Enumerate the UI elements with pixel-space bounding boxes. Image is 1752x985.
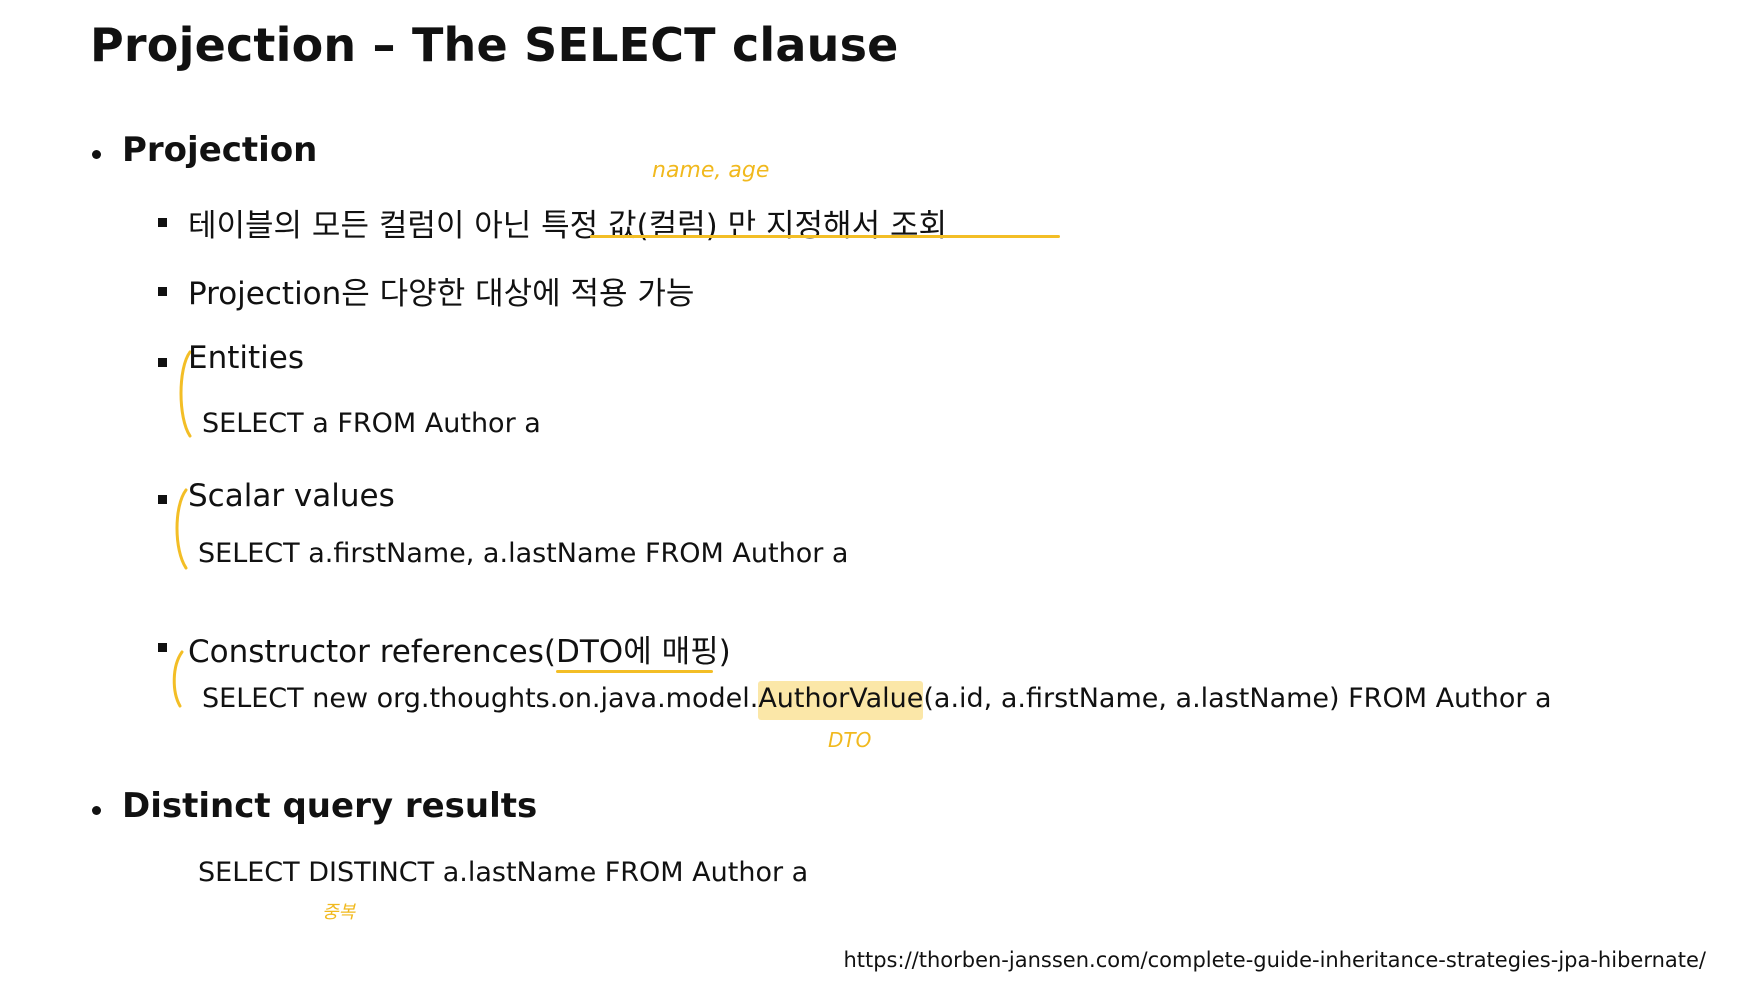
bullet-square bbox=[158, 643, 167, 652]
constructor-label-dto-mapping: DTO에 매핑 bbox=[556, 626, 719, 673]
bullet-square bbox=[158, 287, 167, 296]
bullet-square bbox=[158, 495, 167, 504]
bullet-dot bbox=[92, 150, 101, 159]
constructor-label-prefix: Constructor references( bbox=[188, 634, 556, 670]
query-constructor-references: SELECT new org.thoughts.on.java.model.Au… bbox=[202, 681, 1552, 720]
highlight-underline bbox=[590, 235, 1060, 238]
section-heading-projection: Projection bbox=[122, 130, 318, 170]
bullet-dot bbox=[92, 806, 101, 815]
item-label-constructor-references: Constructor references(DTO에 매핑) bbox=[188, 626, 731, 673]
bullet-square bbox=[158, 358, 167, 367]
note-specific-columns: 테이블의 모든 컬럼이 아닌 특정 값(컬럼) 만 지정해서 조회 bbox=[188, 208, 947, 244]
handwritten-annotation-dto: DTO bbox=[828, 728, 872, 752]
source-url: https://thorben-janssen.com/complete-gui… bbox=[843, 948, 1706, 972]
item-label-entities: Entities bbox=[188, 340, 304, 376]
query-distinct: SELECT DISTINCT a.lastName FROM Author a bbox=[198, 857, 809, 888]
item-label-scalar-values: Scalar values bbox=[188, 478, 395, 514]
section-heading-distinct: Distinct query results bbox=[122, 786, 538, 826]
constructor-label-highlight: DTO에 매핑 bbox=[556, 634, 719, 670]
note-projection-targets: Projection은 다양한 대상에 적용 가능 bbox=[188, 276, 695, 312]
query-constructor-suffix: (a.id, a.firstName, a.lastName) FROM Aut… bbox=[923, 683, 1552, 714]
handwritten-bracket bbox=[172, 650, 184, 708]
handwritten-annotation-duplicate: 중복 bbox=[322, 902, 356, 923]
slide-title: Projection – The SELECT clause bbox=[90, 18, 899, 72]
bullet-square bbox=[158, 218, 167, 227]
handwritten-annotation-name-age: name, age bbox=[652, 158, 770, 183]
query-highlight-authorvalue: AuthorValue bbox=[758, 681, 924, 720]
query-entities: SELECT a FROM Author a bbox=[202, 408, 541, 439]
query-scalar-values: SELECT a.firstName, a.lastName FROM Auth… bbox=[198, 538, 849, 569]
query-constructor-prefix: SELECT new org.thoughts.on.java.model. bbox=[202, 683, 759, 714]
highlight-underline bbox=[556, 670, 713, 673]
constructor-label-suffix: ) bbox=[718, 634, 731, 670]
